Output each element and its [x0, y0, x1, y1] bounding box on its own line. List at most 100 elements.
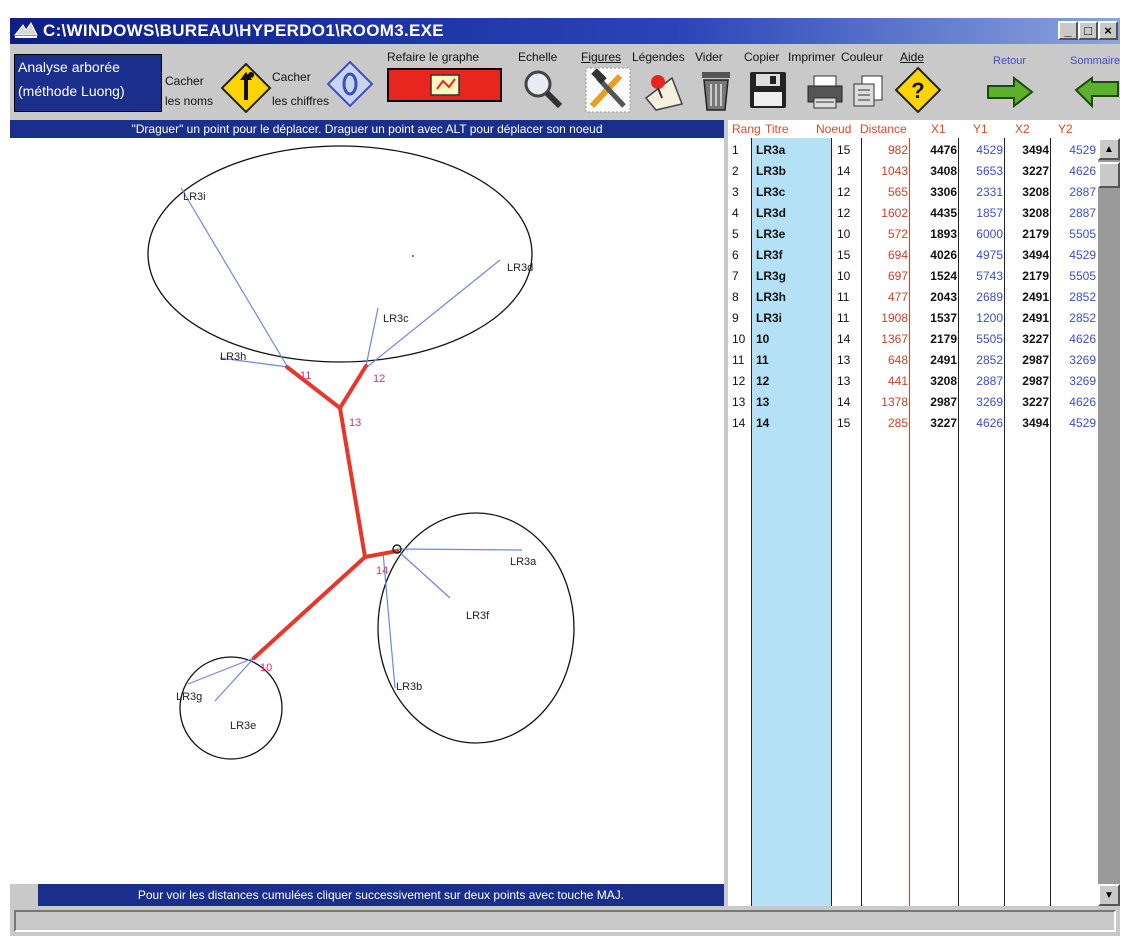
cell-y2: 5505 — [1069, 269, 1096, 283]
maximize-button[interactable]: □ — [1078, 21, 1098, 40]
legends-label: Légendes — [632, 50, 685, 64]
cell-distance: 572 — [887, 227, 908, 241]
edge-lr3f[interactable] — [396, 549, 451, 599]
edge-lr3g[interactable] — [187, 657, 255, 685]
table-row[interactable]: 10 10 14 1367 2179 5505 3227 4626 — [728, 329, 1098, 350]
table-row[interactable]: 13 13 14 1378 2987 3269 3227 4626 — [728, 392, 1098, 413]
scale-label: Echelle — [518, 50, 558, 64]
minimize-button[interactable]: _ — [1058, 21, 1078, 40]
label-lr3g[interactable]: LR3g — [176, 691, 202, 703]
label-lr3h[interactable]: LR3h — [220, 351, 246, 363]
label-lr3d[interactable]: LR3d — [507, 262, 533, 274]
label-lr3f[interactable]: LR3f — [466, 610, 490, 622]
data-table[interactable]: 1 LR3a 15 982 4476 4529 3494 4529 2 LR3b 14 1043 340… — [728, 138, 1098, 906]
cluster-ellipse-right — [377, 512, 575, 744]
cell-x1: 3306 — [930, 185, 957, 199]
table-row[interactable]: 11 11 13 648 2491 2852 2987 3269 — [728, 350, 1098, 371]
edge-12-13[interactable] — [338, 364, 368, 410]
table-row[interactable]: 7 LR3g 10 697 1524 5743 2179 5505 — [728, 266, 1098, 287]
cell-noeud: 11 — [837, 311, 850, 325]
table-header: Rang Titre Noeud Distance X1 Y1 X2 Y2 — [728, 120, 1120, 138]
label-lr3c[interactable]: LR3c — [383, 313, 409, 325]
header-rang[interactable]: Rang — [732, 122, 761, 136]
label-lr3i[interactable]: LR3i — [183, 191, 206, 203]
printer-icon — [807, 75, 843, 109]
cell-y2: 4529 — [1069, 143, 1096, 157]
label-lr3e[interactable]: LR3e — [230, 720, 256, 732]
table-row[interactable]: 4 LR3d 12 1602 4435 1857 3208 2887 — [728, 203, 1098, 224]
cell-y1: 5743 — [976, 269, 1003, 283]
cell-x1: 4476 — [930, 143, 957, 157]
title-bar[interactable]: C:\WINDOWS\BUREAU\HYPERDO1\ROOM3.EXE _ □… — [10, 18, 1120, 44]
pencil-hammer-icon — [585, 67, 631, 113]
cell-y2: 5505 — [1069, 227, 1096, 241]
cell-distance: 565 — [887, 185, 908, 199]
scroll-up-button[interactable]: ▲ — [1098, 138, 1120, 160]
table-row[interactable]: 12 12 13 441 3208 2887 2987 3269 — [728, 371, 1098, 392]
table-row[interactable]: 9 LR3i 11 1908 1537 1200 2491 2852 — [728, 308, 1098, 329]
cell-titre: 14 — [756, 416, 770, 430]
table-row[interactable]: 1 LR3a 15 982 4476 4529 3494 4529 — [728, 140, 1098, 161]
cell-rang: 13 — [732, 395, 746, 409]
redo-graph-icon — [429, 74, 460, 96]
cell-titre: LR3f — [756, 248, 783, 262]
scroll-down-button[interactable]: ▼ — [1098, 884, 1120, 906]
node-label-14: 14 — [376, 565, 388, 577]
cluster-ellipse-top — [147, 145, 533, 363]
cell-noeud: 12 — [837, 206, 851, 220]
arrow-down-icon: ▼ — [1104, 889, 1114, 901]
table-row[interactable]: 14 14 15 285 3227 4626 3494 4529 — [728, 413, 1098, 434]
tree-graph-canvas[interactable]: LR3i LR3d LR3c LR3h LR3a LR3f LR3b LR3g … — [10, 138, 724, 884]
scroll-thumb[interactable] — [1098, 162, 1120, 188]
table-scrollbar[interactable]: ▲ ▼ — [1098, 138, 1120, 906]
cell-y2: 2852 — [1069, 290, 1096, 304]
color-label: Couleur — [841, 50, 884, 64]
cell-x2: 3227 — [1022, 164, 1049, 178]
cell-x2: 3227 — [1022, 332, 1049, 346]
edge-13-14[interactable] — [338, 406, 367, 559]
header-distance[interactable]: Distance — [860, 122, 907, 136]
hide-names-label-2: les noms — [165, 94, 214, 108]
edge-lr3c[interactable] — [365, 307, 379, 367]
header-x2[interactable]: X2 — [1015, 122, 1030, 136]
analyse-method-button[interactable]: Analyse arborée (méthode Luong) — [14, 54, 162, 112]
cell-noeud: 14 — [837, 332, 851, 346]
edge-lr3i[interactable] — [180, 187, 288, 367]
cell-rang: 4 — [732, 206, 739, 220]
hide-numbers-label-2: les chiffres — [272, 94, 330, 108]
cell-distance: 1602 — [881, 206, 908, 220]
close-button[interactable]: × — [1098, 21, 1118, 40]
header-x1[interactable]: X1 — [931, 122, 946, 136]
table-row[interactable]: 2 LR3b 14 1043 3408 5653 3227 4626 — [728, 161, 1098, 182]
label-lr3a[interactable]: LR3a — [510, 556, 537, 568]
tree-graph-svg[interactable]: LR3i LR3d LR3c LR3h LR3a LR3f LR3b LR3g … — [10, 138, 724, 884]
edge-lr3e[interactable] — [214, 657, 255, 702]
edge-11-13[interactable] — [285, 365, 342, 410]
copy-label: Copier — [744, 50, 780, 64]
cell-distance: 477 — [887, 290, 908, 304]
cell-noeud: 15 — [837, 143, 851, 157]
hide-numbers-label-1: Cacher — [272, 70, 311, 84]
cell-x1: 4026 — [930, 248, 957, 262]
edge-14-10[interactable] — [252, 555, 367, 660]
header-y1[interactable]: Y1 — [973, 122, 988, 136]
table-row[interactable]: 3 LR3c 12 565 3306 2331 3208 2887 — [728, 182, 1098, 203]
redo-graph-button[interactable] — [387, 68, 502, 102]
table-row[interactable]: 5 LR3e 10 572 1893 6000 2179 5505 — [728, 224, 1098, 245]
header-titre[interactable]: Titre — [765, 122, 789, 136]
cell-noeud: 12 — [837, 185, 851, 199]
table-row[interactable]: 8 LR3h 11 477 2043 2689 2491 2852 — [728, 287, 1098, 308]
cell-distance: 697 — [887, 269, 908, 283]
label-lr3b[interactable]: LR3b — [396, 681, 422, 693]
floppy-disk-icon — [750, 72, 786, 108]
cell-x2: 2179 — [1022, 269, 1049, 283]
edge-lr3a[interactable] — [396, 548, 523, 551]
header-noeud[interactable]: Noeud — [816, 122, 851, 136]
cell-noeud: 11 — [837, 290, 850, 304]
edge-14-15[interactable] — [363, 549, 399, 559]
header-y2[interactable]: Y2 — [1058, 122, 1073, 136]
cell-x2: 2987 — [1022, 374, 1049, 388]
cell-titre: LR3d — [756, 206, 786, 220]
cell-y2: 4626 — [1069, 164, 1096, 178]
table-row[interactable]: 6 LR3f 15 694 4026 4975 3494 4529 — [728, 245, 1098, 266]
